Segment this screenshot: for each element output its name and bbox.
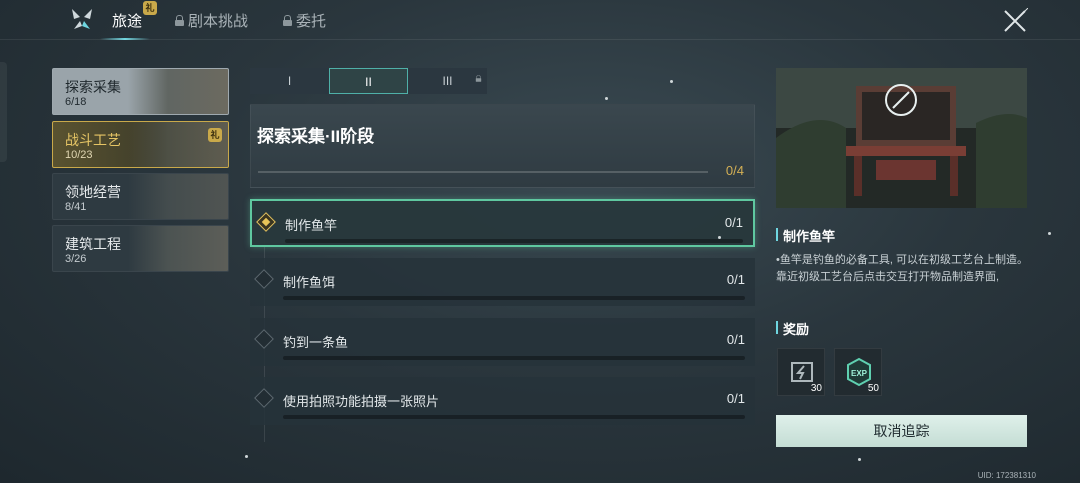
stage-progress-value: 0/4: [725, 163, 744, 178]
category-title: 战斗工艺: [65, 132, 121, 148]
diamond-icon: [254, 269, 274, 289]
task-label: 使用拍照功能拍摄一张照片: [283, 394, 440, 409]
category-construction[interactable]: 建筑工程 3/26: [52, 225, 229, 272]
particle: [245, 455, 248, 458]
diamond-icon: [254, 329, 274, 349]
category-territory[interactable]: 领地经营 8/41: [52, 173, 229, 220]
category-explore-gather[interactable]: 探索采集 6/18: [52, 68, 229, 115]
category-count: 3/26: [65, 253, 87, 265]
detail-description: •鱼竿是钓鱼的必备工具, 可以在初级工艺台上制造。 靠近初级工艺台后点击交互打开…: [776, 252, 1036, 286]
side-drawer-handle[interactable]: [0, 62, 7, 162]
category-combat-craft[interactable]: 战斗工艺 10/23 礼: [52, 121, 229, 168]
stage-tabs: I II III: [250, 68, 487, 94]
reward-qty: 50: [867, 383, 879, 394]
reward-item[interactable]: EXP 50: [834, 348, 882, 396]
task-progress-bar: [283, 296, 745, 300]
stage-tab-3[interactable]: III: [408, 68, 487, 94]
task-row[interactable]: 制作鱼饵 0/1: [250, 258, 755, 306]
detail-desc-line2: 靠近初级工艺台后点击交互打开物品制造界面,: [776, 271, 1000, 283]
uid-label: UID: 172381310: [977, 471, 1036, 480]
particle: [605, 97, 608, 100]
reward-title: 奖励: [776, 319, 809, 338]
category-title: 探索采集: [65, 79, 121, 95]
tab-commission-label: 委托: [296, 13, 327, 30]
task-value: 0/1: [724, 215, 743, 230]
category-title: 建筑工程: [65, 236, 121, 252]
game-logo-icon: [72, 9, 92, 29]
particle: [1048, 232, 1051, 235]
workbench-scene-image: [776, 68, 1027, 208]
cancel-tracking-button[interactable]: 取消追踪: [776, 415, 1027, 447]
tracked-diamond-icon: [256, 212, 276, 232]
detail-title: 制作鱼竿: [776, 226, 835, 245]
lock-icon: [283, 15, 292, 26]
detail-desc-line1: •鱼竿是钓鱼的必备工具, 可以在初级工艺台上制造。: [776, 254, 1028, 266]
svg-text:EXP: EXP: [851, 369, 868, 378]
gift-badge-icon: 礼: [208, 128, 222, 142]
category-title: 领地经营: [65, 184, 121, 200]
category-thumbnail: [128, 69, 228, 114]
reward-item[interactable]: 30: [777, 348, 825, 396]
diamond-icon: [254, 388, 274, 408]
task-progress-bar: [283, 415, 745, 419]
tab-script-challenge-label: 剧本挑战: [188, 13, 249, 30]
tab-commission[interactable]: 委托: [283, 10, 326, 31]
tab-journey-label: 旅途: [112, 13, 143, 30]
particle: [718, 236, 721, 239]
stage-tab-1[interactable]: I: [250, 68, 329, 94]
close-icon[interactable]: [1002, 8, 1028, 34]
top-nav-bar: 旅途 礼 剧本挑战 委托: [0, 0, 1080, 40]
category-thumbnail: [128, 174, 228, 219]
particle: [858, 458, 861, 461]
stage-header: 探索采集·II阶段 0/4: [250, 104, 755, 188]
task-label: 钓到一条鱼: [283, 335, 349, 350]
stage-progress-bar: [258, 171, 708, 173]
task-value: 0/1: [726, 272, 745, 287]
category-count: 10/23: [65, 149, 93, 161]
task-progress-bar: [283, 356, 745, 360]
task-row[interactable]: 使用拍照功能拍摄一张照片 0/1: [250, 377, 755, 425]
tab-journey[interactable]: 旅途: [112, 10, 142, 31]
lock-icon: [475, 75, 482, 82]
top-divider: [0, 39, 1080, 40]
gift-badge-icon: 礼: [143, 1, 157, 15]
tab-script-challenge[interactable]: 剧本挑战: [175, 10, 248, 31]
category-count: 8/41: [65, 201, 87, 213]
task-label: 制作鱼竿: [285, 218, 338, 233]
reward-qty: 30: [810, 383, 822, 394]
task-value: 0/1: [726, 391, 745, 406]
category-thumbnail: [128, 226, 228, 271]
stage-title: 探索采集·II阶段: [257, 127, 375, 146]
task-value: 0/1: [726, 332, 745, 347]
stage-tab-3-label: III: [442, 74, 453, 88]
lock-icon: [175, 15, 184, 26]
particle: [670, 80, 673, 83]
task-row[interactable]: 钓到一条鱼 0/1: [250, 318, 755, 366]
category-count: 6/18: [65, 96, 87, 108]
task-row[interactable]: 制作鱼竿 0/1: [250, 199, 755, 247]
stage-tab-2[interactable]: II: [329, 68, 408, 94]
task-label: 制作鱼饵: [283, 275, 336, 290]
task-progress-bar: [285, 239, 743, 243]
